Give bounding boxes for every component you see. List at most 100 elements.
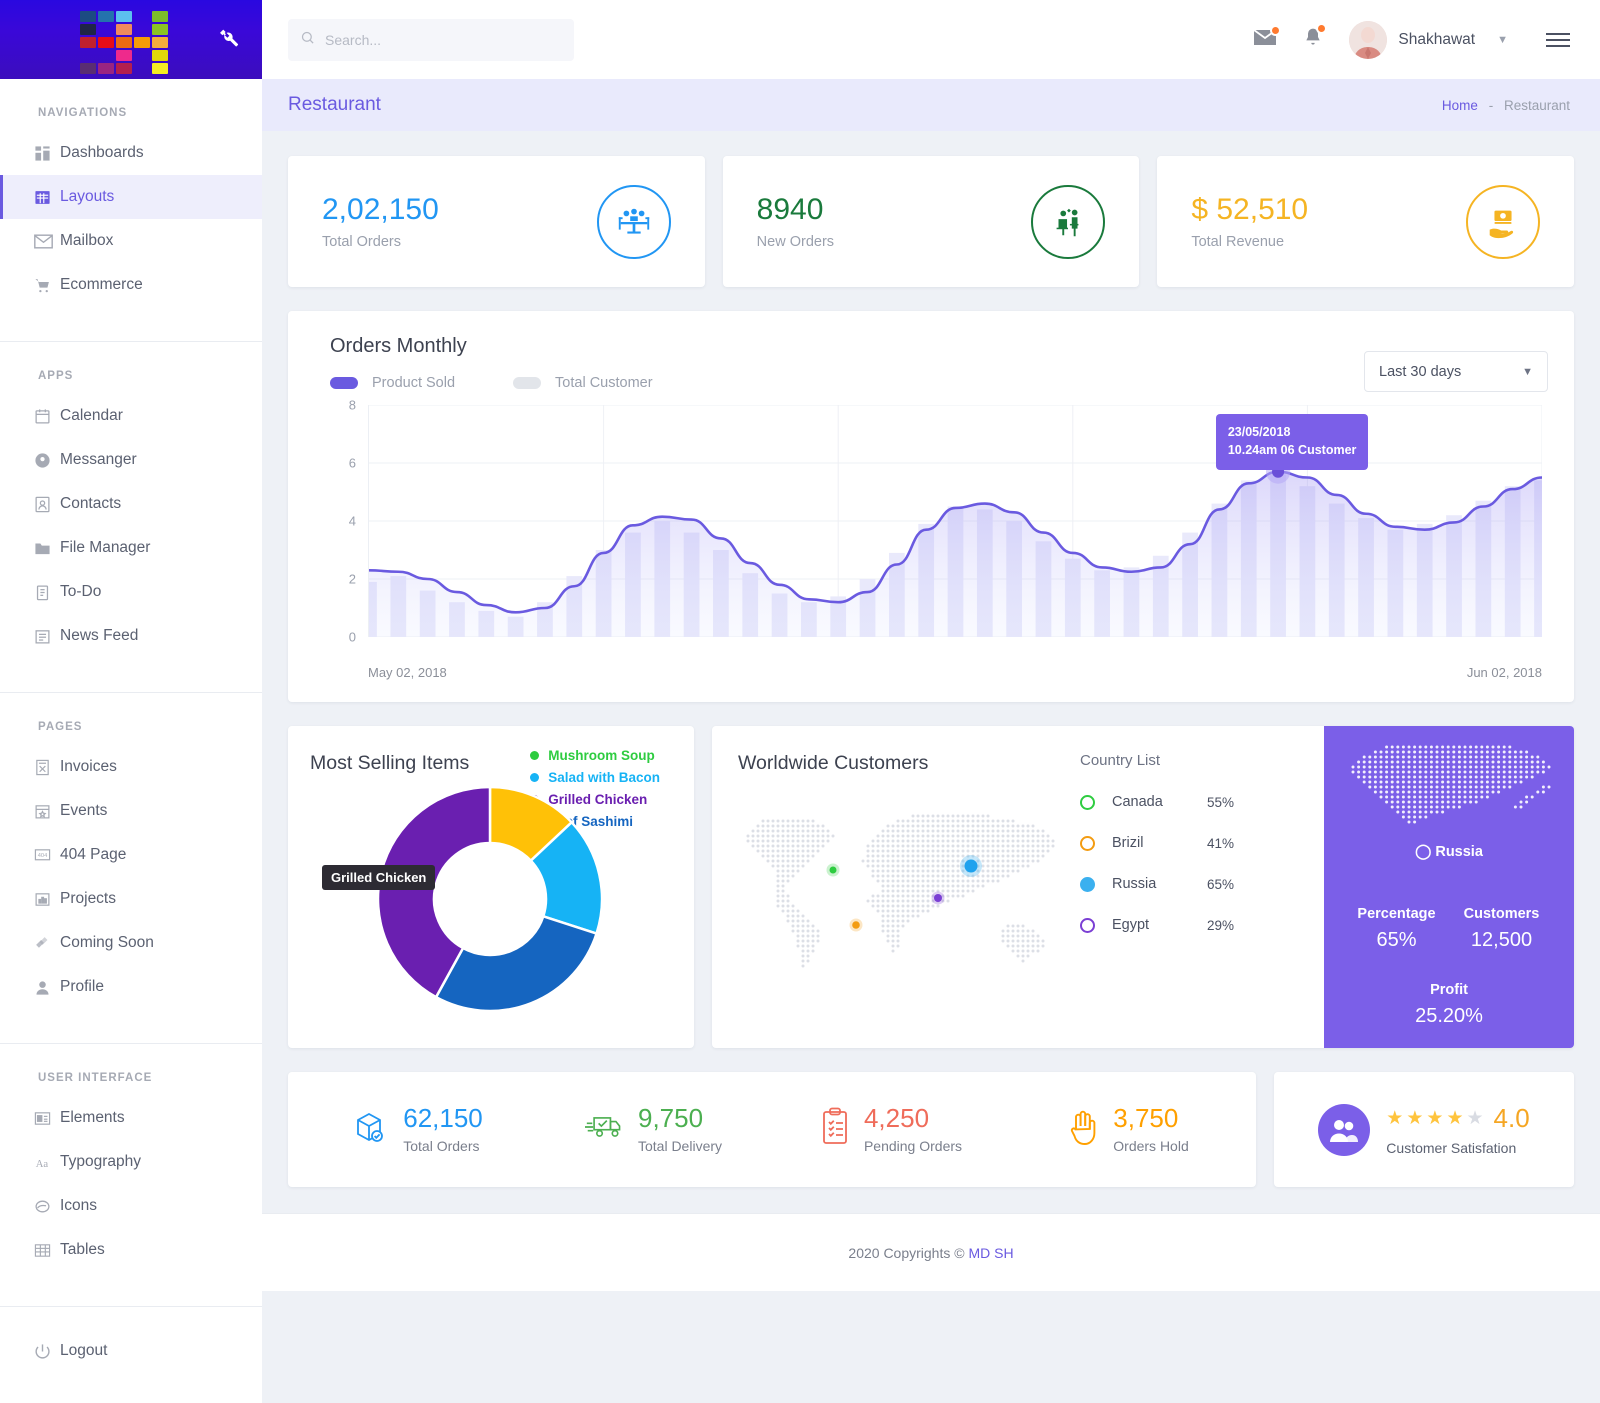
settings-wrench-icon[interactable]: [218, 27, 240, 53]
bell-badge-dot: [1316, 23, 1328, 34]
projects-icon: [34, 890, 60, 908]
product-sold-area: [369, 471, 1542, 637]
profit-value: 25.20%: [1415, 1005, 1483, 1027]
logo-bar: [0, 0, 262, 79]
sidebar-item-tables[interactable]: Tables: [0, 1228, 262, 1272]
selling-legend-mushroom-soup[interactable]: Mushroom Soup: [530, 748, 660, 763]
sidebar-divider: [0, 1043, 262, 1044]
calendar-icon: [34, 407, 60, 425]
sidebar-item-messanger[interactable]: Messanger: [0, 438, 262, 482]
sidebar-item-projects[interactable]: Projects: [0, 877, 262, 921]
breadcrumb-home[interactable]: Home: [1442, 98, 1478, 113]
bell-icon[interactable]: [1303, 23, 1328, 53]
star-icon[interactable]: ★: [1446, 1107, 1463, 1130]
todo-icon: [34, 583, 60, 601]
date-range-select[interactable]: Last 30 days ▼: [1364, 351, 1548, 392]
legend-bullet: [530, 751, 540, 760]
footer-link[interactable]: MD SH: [968, 1245, 1013, 1261]
star-icon[interactable]: ★: [1426, 1107, 1443, 1130]
country-name: Canada: [1112, 794, 1163, 810]
x-axis-dates: May 02, 2018 Jun 02, 2018: [310, 655, 1548, 680]
star-rating[interactable]: ★ ★ ★ ★ ★: [1386, 1107, 1483, 1130]
russia-map-svg: [1351, 745, 1550, 824]
contacts-icon: [34, 495, 60, 513]
chevron-down-icon[interactable]: ▼: [1497, 34, 1508, 46]
bottom-stat-value: 4,250: [863, 1103, 930, 1133]
sidebar-item-mailbox[interactable]: Mailbox: [0, 219, 262, 263]
sidebar-item-calendar[interactable]: Calendar: [0, 394, 262, 438]
sidebar-item-label: Typography: [60, 1153, 141, 1170]
sidebar-item-ecommerce[interactable]: Ecommerce: [0, 263, 262, 307]
sidebar-section-label: APPS: [38, 370, 74, 382]
cart-icon: [34, 276, 60, 294]
user-menu[interactable]: Shakhawat ▼: [1349, 20, 1508, 59]
country-marker-icon: [1080, 835, 1095, 851]
sidebar-item-coming-soon[interactable]: Coming Soon: [0, 921, 262, 965]
sidebar-item-label: Messanger: [60, 451, 137, 468]
sidebar-item-logout[interactable]: Logout: [0, 1329, 262, 1373]
search-input[interactable]: [325, 31, 562, 48]
customers-value: 12,500: [1470, 929, 1533, 951]
search-box[interactable]: [288, 18, 574, 61]
country-row-canada[interactable]: Canada 55%: [1080, 794, 1270, 810]
stat-cards-row: 2,02,150 Total Orders 8940 New Orders $ 52,5…: [288, 156, 1575, 287]
sidebar-item-file-manager[interactable]: File Manager: [0, 526, 262, 570]
page-title: Restaurant: [288, 94, 381, 115]
events-icon: [34, 802, 60, 820]
legend-item-product-sold[interactable]: Product Sold: [330, 375, 455, 391]
sidebar-item-invoices[interactable]: Invoices: [0, 745, 262, 789]
sidebar-item-events[interactable]: Events: [0, 789, 262, 833]
country-percentage: 29%: [1207, 917, 1235, 933]
legend-swatch: [513, 377, 542, 389]
country-row-russia[interactable]: Russia 65%: [1080, 876, 1270, 892]
sidebar-item-elements[interactable]: Elements: [0, 1096, 262, 1140]
customer-satisfaction-card: ★ ★ ★ ★ ★ 4.0 Customer Satisfation: [1274, 1072, 1574, 1187]
y-tick: 8: [348, 397, 356, 413]
country-name: Russia: [1112, 876, 1157, 892]
folder-icon: [34, 539, 60, 557]
topbar: Shakhawat ▼: [262, 0, 1600, 79]
world-map-svg: [746, 814, 1055, 968]
legend-item-total-customer[interactable]: Total Customer: [513, 375, 653, 391]
sidebar-divider: [0, 1306, 262, 1307]
breadcrumb-separator: -: [1488, 97, 1494, 113]
sidebar-item-label: Layouts: [60, 188, 115, 205]
hamburger-icon[interactable]: [1546, 32, 1570, 47]
svg-text:404: 404: [38, 852, 47, 858]
orders-monthly-card: Orders Monthly Product Sold Total Custome…: [288, 311, 1574, 702]
donut-slice[interactable]: [434, 914, 599, 1013]
sidebar-item-contacts[interactable]: Contacts: [0, 482, 262, 526]
star-icon[interactable]: ★: [1406, 1107, 1423, 1130]
country-marker-icon: [1080, 876, 1095, 892]
sidebar-item-dashboards[interactable]: Dashboards: [0, 131, 262, 175]
sidebar-item-icons[interactable]: Icons: [0, 1184, 262, 1228]
sidebar-item-label: Dashboards: [60, 144, 144, 161]
sidebar-item-typography[interactable]: Aa Typography: [0, 1140, 262, 1184]
star-icon[interactable]: ★: [1386, 1107, 1403, 1130]
sidebar-group-pages: PAGES Invoices Events 404 404 Page Projects Co…: [0, 721, 262, 1025]
dining-table-icon: [596, 184, 671, 259]
y-tick: 0: [348, 629, 356, 645]
rating-value: 4.0: [1493, 1103, 1530, 1133]
stat-value: 8940: [756, 193, 824, 226]
sidebar-item-to-do[interactable]: To-Do: [0, 570, 262, 614]
logo-grid[interactable]: [80, 11, 168, 74]
country-row-brizil[interactable]: Brizil 41%: [1080, 835, 1270, 851]
country-row-egypt[interactable]: Egypt 29%: [1080, 917, 1270, 933]
donut-svg[interactable]: [310, 781, 670, 1021]
sidebar-section-label: NAVIGATIONS: [38, 107, 128, 119]
sidebar-item-label: Logout: [60, 1342, 108, 1359]
sidebar-item-profile[interactable]: Profile: [0, 965, 262, 1009]
sidebar-item-404-page[interactable]: 404 404 Page: [0, 833, 262, 877]
sidebar-section-label: USER INTERFACE: [38, 1072, 153, 1084]
sidebar-item-label: Calendar: [60, 407, 123, 424]
sidebar-item-layouts[interactable]: Layouts: [0, 175, 262, 219]
star-icon[interactable]: ★: [1466, 1107, 1483, 1130]
percentage-value: 65%: [1376, 929, 1417, 951]
bottom-stat-orders-hold: 3,750 Orders Hold: [1009, 1105, 1246, 1154]
orders-monthly-legend: Product Sold Total Customer: [310, 375, 1548, 391]
russia-name: Russia: [1435, 844, 1483, 860]
sidebar-item-news-feed[interactable]: News Feed: [0, 614, 262, 658]
mail-icon: [34, 232, 60, 250]
envelope-icon[interactable]: [1253, 24, 1282, 52]
